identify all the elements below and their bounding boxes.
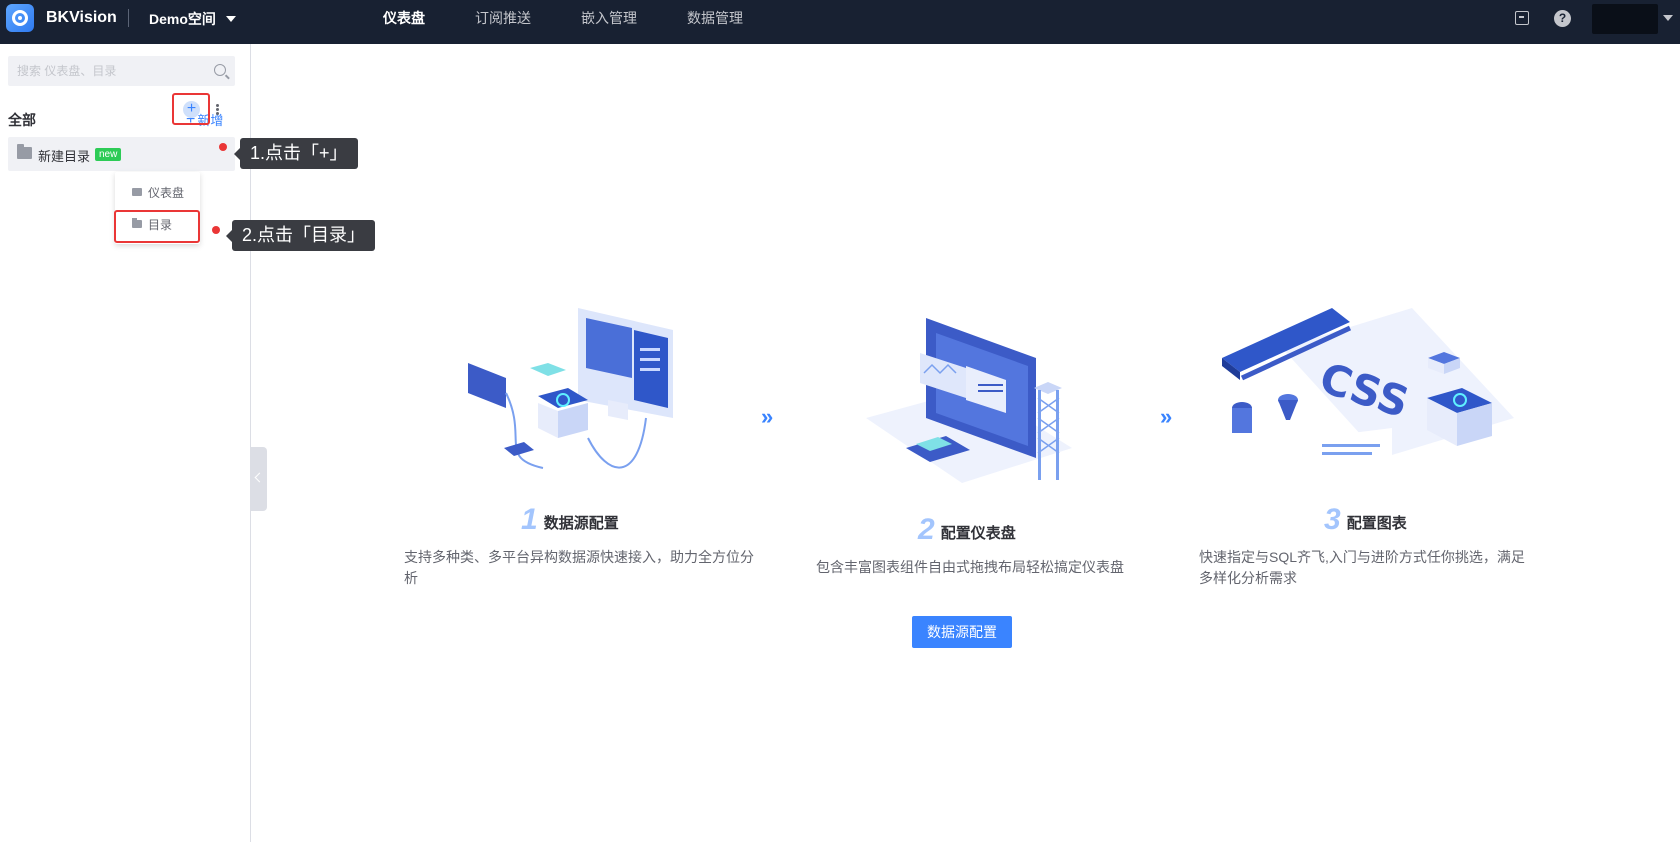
folder-icon bbox=[17, 144, 32, 159]
search-icon[interactable] bbox=[214, 64, 226, 76]
step-3-description: 快速指定与SQL齐飞,入门与进阶方式任你挑选，满足多样化分析需求 bbox=[1199, 549, 1525, 586]
step-2-number: 2 bbox=[918, 513, 935, 546]
double-chevron-right-icon: » bbox=[761, 404, 774, 429]
step-3-name: 配置图表 bbox=[1346, 515, 1407, 532]
directory-label: 新建目录 bbox=[38, 149, 91, 164]
nav-subscription[interactable]: 订阅推送 bbox=[475, 0, 531, 36]
new-badge: new bbox=[95, 148, 122, 161]
space-name: Demo空间 bbox=[149, 11, 216, 27]
step-1-title: 1 数据源配置 bbox=[521, 503, 619, 536]
annotation-dot bbox=[219, 143, 227, 151]
directory-highlight-box bbox=[114, 210, 200, 243]
menu-item-label: 仪表盘 bbox=[148, 185, 185, 200]
space-selector[interactable]: Demo空间 bbox=[149, 9, 236, 29]
add-child-button[interactable]: + bbox=[172, 93, 210, 125]
step-3-number: 3 bbox=[1324, 503, 1341, 536]
screen-icon[interactable] bbox=[1515, 11, 1529, 25]
user-avatar[interactable] bbox=[1592, 4, 1658, 34]
sidebar-collapse-handle[interactable] bbox=[251, 447, 267, 511]
double-chevron-right-icon: » bbox=[1160, 404, 1173, 429]
annotation-dot bbox=[212, 226, 220, 234]
brand-name[interactable]: BKVision bbox=[46, 9, 117, 27]
user-menu-chevron-icon[interactable] bbox=[1663, 15, 1673, 21]
brand-divider bbox=[128, 9, 129, 27]
chevron-down-icon bbox=[225, 16, 236, 22]
nav-data[interactable]: 数据管理 bbox=[687, 0, 743, 36]
plus-circle-icon: + bbox=[183, 101, 200, 118]
dashboard-icon bbox=[132, 188, 142, 196]
top-bar: BKVision Demo空间 仪表盘 订阅推送 嵌入管理 数据管理 ? bbox=[0, 0, 1680, 44]
main-nav: 仪表盘 订阅推送 嵌入管理 数据管理 bbox=[383, 0, 793, 36]
step-2-description: 包含丰富图表组件自由式拖拽布局轻松搞定仪表盘 bbox=[816, 559, 1124, 575]
search-box bbox=[8, 56, 235, 86]
nav-dashboard[interactable]: 仪表盘 bbox=[383, 0, 425, 36]
bkvision-logo-icon[interactable] bbox=[6, 4, 34, 32]
help-icon[interactable]: ? bbox=[1554, 10, 1571, 27]
annotation-tooltip-1: 1.点击「+」 bbox=[234, 138, 358, 169]
data-source-config-button[interactable]: 数据源配置 bbox=[912, 616, 1012, 648]
more-vertical-icon[interactable] bbox=[216, 104, 219, 116]
step-1-name: 数据源配置 bbox=[543, 515, 619, 532]
directory-item[interactable]: 新建目录 new bbox=[8, 137, 235, 171]
menu-item-dashboard[interactable]: 仪表盘 bbox=[115, 177, 200, 207]
dashboard-illustration bbox=[866, 318, 1072, 483]
step-1-number: 1 bbox=[521, 503, 538, 536]
step-2-title: 2 配置仪表盘 bbox=[918, 513, 1016, 546]
section-title: 全部 bbox=[8, 112, 36, 128]
step-2-name: 配置仪表盘 bbox=[940, 525, 1016, 542]
search-input[interactable] bbox=[8, 56, 235, 86]
step-1-description: 支持多种类、多平台异构数据源快速接入，助力全方位分析 bbox=[404, 549, 754, 586]
sidebar: 全部 + 新增 新建目录 new bbox=[0, 44, 251, 842]
step-3-title: 3 配置图表 bbox=[1324, 503, 1407, 536]
chart-config-illustration: CSS bbox=[1222, 308, 1514, 466]
data-source-illustration bbox=[468, 308, 673, 469]
annotation-tooltip-2: 2.点击「目录」 bbox=[225, 220, 376, 251]
nav-embed[interactable]: 嵌入管理 bbox=[581, 0, 637, 36]
